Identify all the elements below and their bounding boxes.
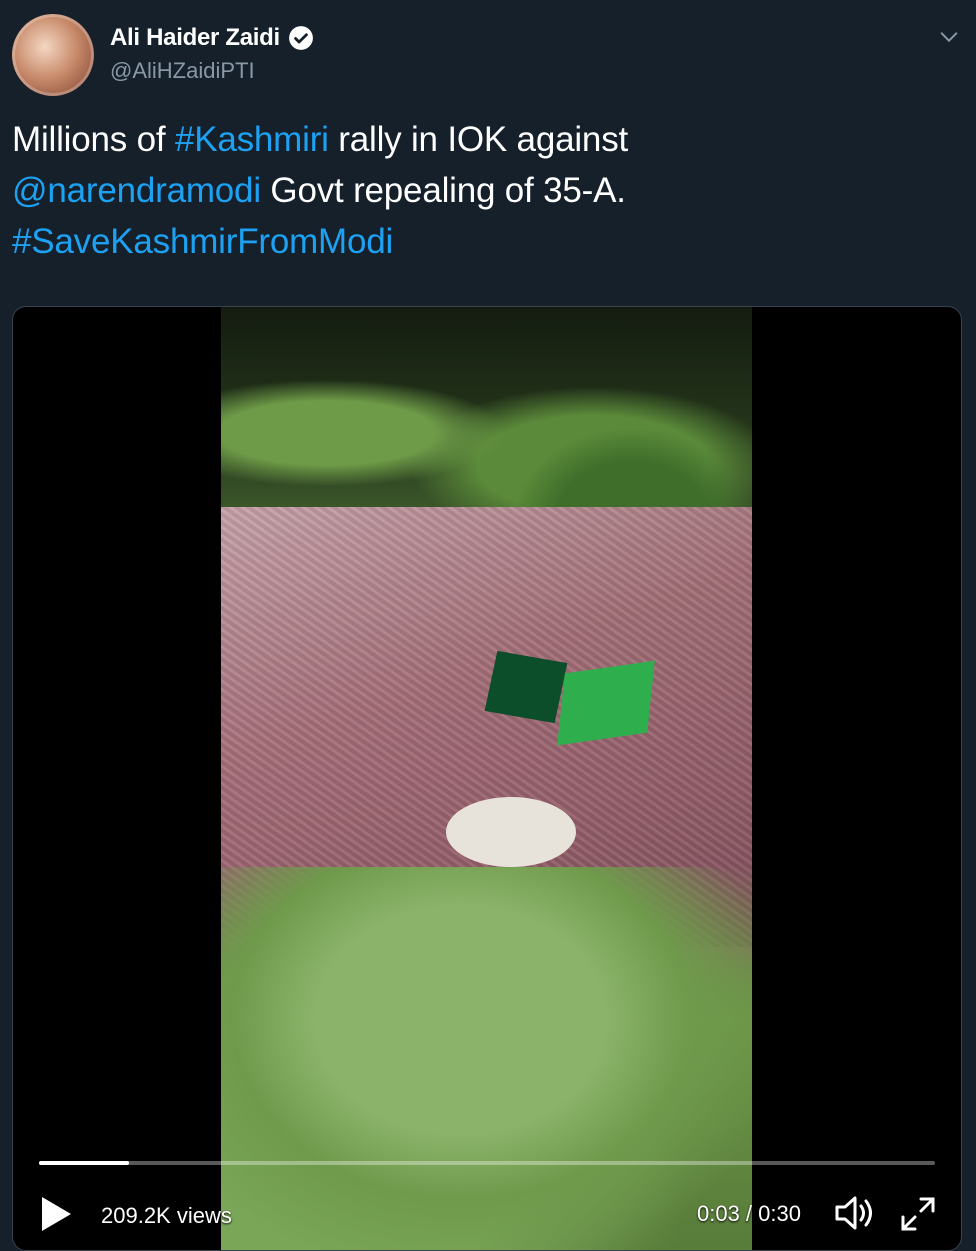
mention-link-narendramodi[interactable]: @narendramodi	[12, 171, 261, 210]
video-scene-bush	[221, 867, 752, 1250]
hashtag-link-kashmiri[interactable]: #Kashmiri	[175, 120, 329, 159]
video-scene-flag	[557, 660, 655, 746]
avatar[interactable]	[12, 14, 94, 96]
video-player[interactable]: 209.2K views 0:03 / 0:30	[12, 306, 962, 1251]
verified-badge-icon	[288, 26, 313, 50]
video-progress-fill	[39, 1161, 129, 1165]
hashtag-link-savekashmirfrommodi[interactable]: #SaveKashmirFromModi	[12, 222, 393, 261]
video-frame[interactable]	[221, 307, 752, 1250]
author-handle[interactable]: @AliHZaidiPTI	[110, 58, 255, 84]
tweet-text-part: Millions of	[12, 120, 175, 159]
tweet-text-part: rally in IOK against	[328, 120, 629, 159]
tweet-text-part: Govt repealing of 35-A.	[260, 171, 626, 210]
video-scene-object	[446, 797, 576, 867]
fullscreen-icon[interactable]	[899, 1195, 937, 1233]
author-name[interactable]: Ali Haider Zaidi	[110, 24, 280, 52]
volume-icon[interactable]	[833, 1193, 879, 1233]
author-name-row[interactable]: Ali Haider Zaidi	[110, 24, 314, 52]
video-progress-bar[interactable]	[39, 1161, 935, 1165]
view-count: 209.2K views	[101, 1203, 232, 1228]
tweet-text: Millions of #Kashmiri rally in IOK again…	[12, 114, 952, 267]
chevron-down-icon[interactable]	[938, 26, 960, 48]
video-scene-flag	[484, 650, 568, 724]
video-time: 0:03 / 0:30	[697, 1201, 801, 1226]
play-icon[interactable]	[39, 1195, 73, 1233]
